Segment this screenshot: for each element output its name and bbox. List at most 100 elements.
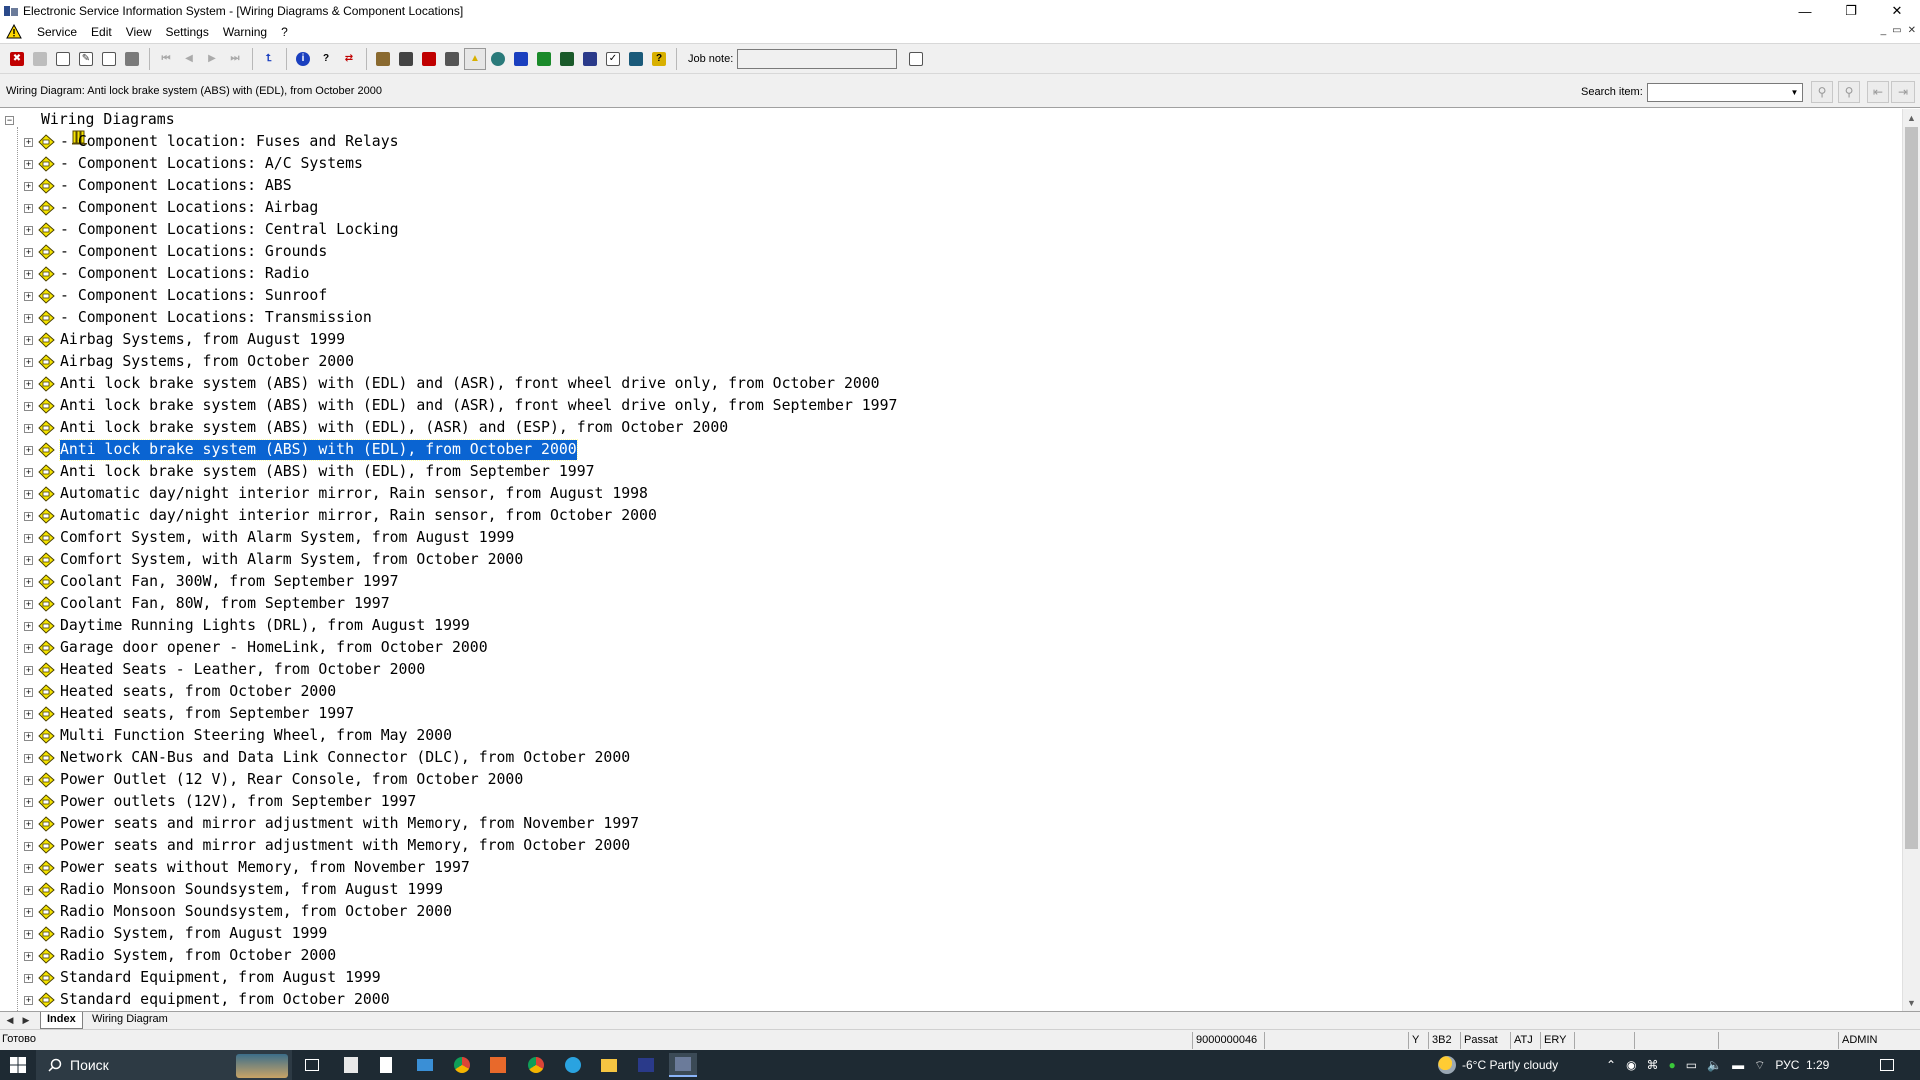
module-10-button[interactable]: ✓ xyxy=(602,48,624,70)
tree-expand-toggle[interactable]: + xyxy=(24,160,33,169)
tree-expand-toggle[interactable]: + xyxy=(24,358,33,367)
module-12-button[interactable]: ? xyxy=(648,48,670,70)
menu-settings[interactable]: Settings xyxy=(159,25,216,39)
tree-expand-toggle[interactable]: + xyxy=(24,270,33,279)
tree-expand-toggle[interactable]: + xyxy=(24,864,33,873)
module-7-button[interactable] xyxy=(533,48,555,70)
next-button[interactable]: ▶ xyxy=(201,48,223,70)
tree-expand-toggle[interactable]: + xyxy=(24,974,33,983)
tree-collapse-toggle[interactable]: − xyxy=(5,116,14,125)
tree-expand-toggle[interactable]: + xyxy=(24,402,33,411)
vertical-scrollbar[interactable]: ▲ ▼ xyxy=(1902,109,1920,1011)
mdi-close-button[interactable]: ✕ xyxy=(1908,25,1916,36)
first-button[interactable]: ⏮ xyxy=(155,48,177,70)
tree-expand-toggle[interactable]: + xyxy=(24,820,33,829)
tree-expand-toggle[interactable]: + xyxy=(24,688,33,697)
expand-button[interactable]: ⇥ xyxy=(1891,81,1915,103)
security-icon[interactable]: ● xyxy=(1669,1058,1676,1072)
info-button[interactable]: i xyxy=(292,48,314,70)
wifi-icon[interactable]: ⌔ xyxy=(1754,1058,1765,1073)
tree-expand-toggle[interactable]: + xyxy=(24,424,33,433)
mdi-restore-button[interactable]: ▭ xyxy=(1892,25,1901,36)
chevron-up-icon[interactable]: ⌃ xyxy=(1606,1058,1616,1072)
taskbar-app-explorer[interactable] xyxy=(597,1053,621,1077)
tree-expand-toggle[interactable]: + xyxy=(24,666,33,675)
module-3-button[interactable] xyxy=(418,48,440,70)
minimize-button[interactable]: — xyxy=(1782,0,1828,22)
tree-expand-toggle[interactable]: + xyxy=(24,930,33,939)
module-5-button[interactable] xyxy=(487,48,509,70)
task-view-button[interactable] xyxy=(300,1053,324,1077)
close-button[interactable]: ✕ xyxy=(1874,0,1920,22)
tree-expand-toggle[interactable]: + xyxy=(24,996,33,1005)
vehicle-button[interactable] xyxy=(121,48,143,70)
taskbar-app-elsa[interactable] xyxy=(669,1053,697,1077)
taskbar-app-odis[interactable] xyxy=(634,1053,658,1077)
exit-button[interactable]: ✖ xyxy=(6,48,28,70)
menu-service[interactable]: Service xyxy=(30,25,84,39)
menu-warning[interactable]: Warning xyxy=(216,25,274,39)
weather-widget[interactable]: -6°C Partly cloudy xyxy=(1438,1050,1558,1080)
tab-scroll-left-icon[interactable]: ◀ xyxy=(3,1013,17,1027)
tree-expand-toggle[interactable]: + xyxy=(24,776,33,785)
edit-doc-button[interactable]: ✎ xyxy=(75,48,97,70)
last-button[interactable]: ⏭ xyxy=(224,48,246,70)
monitor-icon[interactable]: ▭ xyxy=(1686,1058,1697,1072)
module-8-button[interactable] xyxy=(556,48,578,70)
collapse-button[interactable]: ⇤ xyxy=(1867,81,1889,103)
tree-expand-toggle[interactable]: + xyxy=(24,380,33,389)
tree-expand-toggle[interactable]: + xyxy=(24,248,33,257)
tree-expand-toggle[interactable]: + xyxy=(24,512,33,521)
switch-button[interactable]: ⇄ xyxy=(338,48,360,70)
tree-expand-toggle[interactable]: + xyxy=(24,468,33,477)
module-4-button[interactable] xyxy=(441,48,463,70)
taskbar-app-telegram[interactable] xyxy=(561,1053,585,1077)
tree-expand-toggle[interactable]: + xyxy=(24,556,33,565)
tree-expand-toggle[interactable]: + xyxy=(24,534,33,543)
taskbar-app-office[interactable] xyxy=(486,1053,510,1077)
module-1-button[interactable] xyxy=(372,48,394,70)
taskbar-app-media[interactable] xyxy=(413,1053,437,1077)
restore-button[interactable]: ❐ xyxy=(1828,0,1874,22)
clipboard-tray-icon[interactable]: ⌘ xyxy=(1647,1058,1659,1072)
warning-button[interactable]: ▲ xyxy=(464,47,486,70)
tree-expand-toggle[interactable]: + xyxy=(24,600,33,609)
tree-expand-toggle[interactable]: + xyxy=(24,732,33,741)
tree-expand-toggle[interactable]: + xyxy=(24,226,33,235)
tree-expand-toggle[interactable]: + xyxy=(24,336,33,345)
tree-expand-toggle[interactable]: + xyxy=(24,842,33,851)
job-note-input[interactable] xyxy=(737,48,898,69)
tree-expand-toggle[interactable]: + xyxy=(24,138,33,147)
job-note-button[interactable] xyxy=(905,48,927,70)
module-9-button[interactable] xyxy=(579,48,601,70)
tab-index[interactable]: Index xyxy=(40,1012,83,1029)
taskbar-app-calculator[interactable] xyxy=(339,1053,363,1077)
scroll-up-icon[interactable]: ▲ xyxy=(1903,109,1920,126)
tree-expand-toggle[interactable]: + xyxy=(24,710,33,719)
start-button[interactable] xyxy=(0,1050,36,1080)
find-button[interactable]: ⚲ xyxy=(1811,81,1833,103)
tree-expand-toggle[interactable]: + xyxy=(24,314,33,323)
taskbar-app-chrome[interactable] xyxy=(450,1053,474,1077)
tree-expand-toggle[interactable]: + xyxy=(24,578,33,587)
language-indicator[interactable]: РУС xyxy=(1775,1058,1799,1072)
menu-help[interactable]: ? xyxy=(274,25,295,39)
find-next-button[interactable]: ⚲ xyxy=(1838,81,1860,103)
clock[interactable]: 1:29 xyxy=(1806,1050,1829,1080)
tree-expand-toggle[interactable]: + xyxy=(24,292,33,301)
taskbar-app-notepad[interactable] xyxy=(374,1053,398,1077)
tree-expand-toggle[interactable]: + xyxy=(24,446,33,455)
tree-expand-toggle[interactable]: + xyxy=(24,622,33,631)
document-button[interactable] xyxy=(98,48,120,70)
chevron-down-icon[interactable]: ▼ xyxy=(1787,84,1802,101)
mdi-minimize-button[interactable]: _ xyxy=(1881,25,1887,36)
help-button[interactable]: ? xyxy=(315,48,337,70)
volume-icon[interactable]: 🔈 xyxy=(1707,1058,1722,1072)
tree-expand-toggle[interactable]: + xyxy=(24,908,33,917)
menu-view[interactable]: View xyxy=(119,25,159,39)
tree-expand-toggle[interactable]: + xyxy=(24,952,33,961)
tab-wiring-diagram[interactable]: Wiring Diagram xyxy=(86,1012,174,1029)
scroll-thumb[interactable] xyxy=(1905,127,1918,849)
previous-button[interactable]: ◀ xyxy=(178,48,200,70)
taskbar-app-chrome-2[interactable] xyxy=(524,1053,548,1077)
